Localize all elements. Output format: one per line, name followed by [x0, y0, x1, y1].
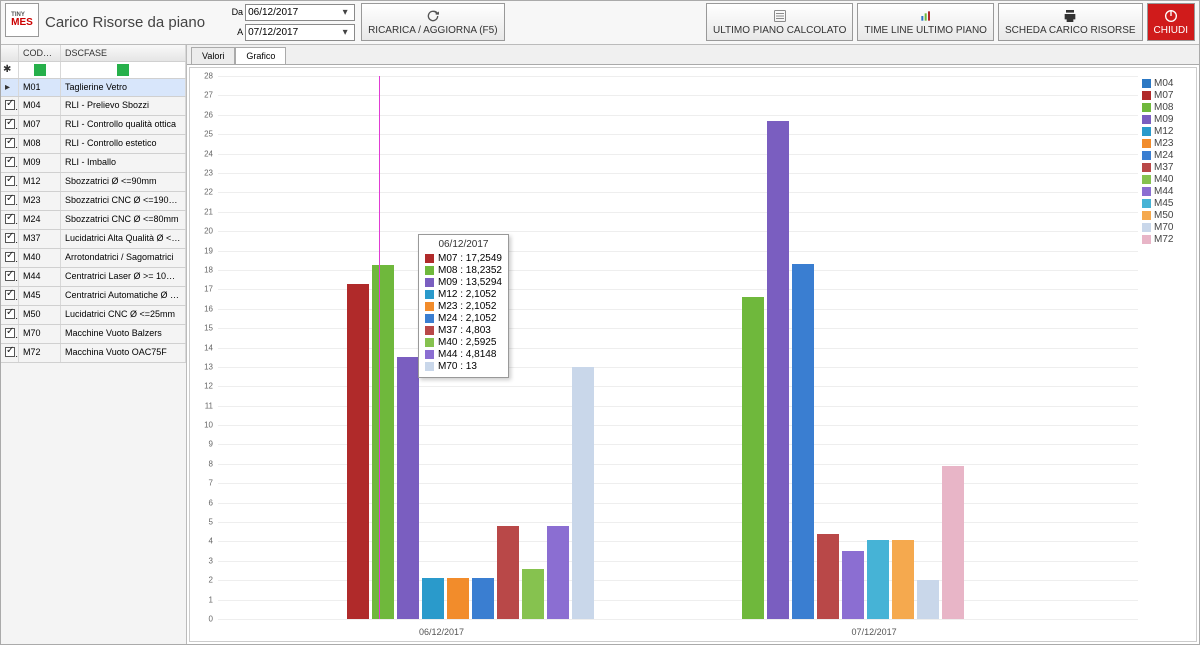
tab-grafico[interactable]: Grafico — [235, 47, 286, 64]
page-title: Carico Risorse da piano — [45, 14, 205, 31]
legend-item[interactable]: M50 — [1142, 210, 1190, 221]
x-axis-label: 06/12/2017 — [419, 627, 464, 637]
legend-item[interactable]: M70 — [1142, 222, 1190, 233]
bar-M24[interactable] — [472, 578, 494, 619]
x-axis-label: 07/12/2017 — [852, 627, 897, 637]
scheda-button[interactable]: SCHEDA CARICO RISORSE — [998, 3, 1143, 41]
bar-M50[interactable] — [892, 540, 914, 620]
table-row[interactable]: M12Sbozzatrici Ø <=90mm — [1, 173, 186, 192]
tab-valori[interactable]: Valori — [191, 47, 235, 64]
table-row[interactable]: M23Sbozzatrici CNC Ø <=190mm — [1, 192, 186, 211]
bar-M44[interactable] — [842, 551, 864, 619]
refresh-icon — [425, 8, 441, 24]
bar-M44[interactable] — [547, 526, 569, 619]
table-row[interactable]: M44Centratrici Laser Ø >= 10mm & <... — [1, 268, 186, 287]
bar-M37[interactable] — [817, 534, 839, 619]
bar-chart-icon — [918, 8, 934, 24]
chart-area: 0123456789101112131415161718192021222324… — [189, 67, 1197, 642]
table-row[interactable]: M72Macchina Vuoto OAC75F — [1, 344, 186, 363]
legend-item[interactable]: M40 — [1142, 174, 1190, 185]
col-dscfase[interactable]: DSCFASE — [61, 45, 186, 61]
bar-M24[interactable] — [792, 264, 814, 619]
table-row[interactable]: M70Macchine Vuoto Balzers — [1, 325, 186, 344]
legend-item[interactable]: M04 — [1142, 78, 1190, 89]
bar-M08[interactable] — [742, 297, 764, 619]
bar-M70[interactable] — [917, 580, 939, 619]
print-icon — [1062, 8, 1078, 24]
ultimo-piano-button[interactable]: ULTIMO PIANO CALCOLATO — [706, 3, 853, 41]
chart-tooltip: 06/12/2017M07 : 17,2549M08 : 18,2352M09 … — [418, 234, 509, 378]
power-icon — [1163, 8, 1179, 24]
list-icon — [772, 8, 788, 24]
table-row[interactable]: M09RLI - Imballo — [1, 154, 186, 173]
bar-M70[interactable] — [572, 367, 594, 619]
date-to-input[interactable]: 07/12/2017▾ — [245, 24, 355, 41]
legend-item[interactable]: M37 — [1142, 162, 1190, 173]
bar-M09[interactable] — [767, 121, 789, 619]
bar-group — [742, 76, 964, 619]
legend-item[interactable]: M44 — [1142, 186, 1190, 197]
bar-M37[interactable] — [497, 526, 519, 619]
timeline-button[interactable]: TIME LINE ULTIMO PIANO — [857, 3, 994, 41]
calendar-icon[interactable]: ▾ — [338, 7, 352, 18]
sidebar-grid: CODFASE DSCFASE ✱ ▸M01Taglierine VetroM0… — [1, 45, 187, 644]
bar-M07[interactable] — [347, 284, 369, 619]
col-codfase[interactable]: CODFASE — [19, 45, 61, 61]
date-from-label: Da — [225, 7, 243, 17]
tab-strip: Valori Grafico — [187, 45, 1199, 65]
toolbar: TINY MES Carico Risorse da piano Da 06/1… — [1, 1, 1199, 45]
bar-M45[interactable] — [867, 540, 889, 620]
bar-M72[interactable] — [942, 466, 964, 619]
chiudi-button[interactable]: CHIUDI — [1147, 3, 1195, 41]
ricarica-button[interactable]: RICARICA / AGGIORNA (F5) — [361, 3, 504, 41]
legend-item[interactable]: M23 — [1142, 138, 1190, 149]
calendar-icon[interactable]: ▾ — [338, 27, 352, 38]
grid-header: CODFASE DSCFASE — [1, 45, 186, 62]
table-row[interactable]: ▸M01Taglierine Vetro — [1, 79, 186, 97]
bar-M09[interactable] — [397, 357, 419, 619]
bar-M08[interactable] — [372, 265, 394, 619]
legend-item[interactable]: M07 — [1142, 90, 1190, 101]
date-from-input[interactable]: 06/12/2017▾ — [245, 4, 355, 21]
filter-icon[interactable] — [117, 64, 129, 76]
table-row[interactable]: M04RLI - Prelievo Sbozzi — [1, 97, 186, 116]
bar-M12[interactable] — [422, 578, 444, 619]
table-row[interactable]: M45Centratrici Automatiche Ø <=30 — [1, 287, 186, 306]
bar-M23[interactable] — [447, 578, 469, 619]
cursor-line — [379, 76, 380, 619]
legend-item[interactable]: M12 — [1142, 126, 1190, 137]
chart-legend: M04M07M08M09M12M23M24M37M40M44M45M50M70M… — [1142, 78, 1190, 246]
table-row[interactable]: M24Sbozzatrici CNC Ø <=80mm — [1, 211, 186, 230]
table-row[interactable]: M40Arrotondatrici / Sagomatrici — [1, 249, 186, 268]
grid-filter-row: ✱ — [1, 62, 186, 79]
legend-item[interactable]: M45 — [1142, 198, 1190, 209]
legend-item[interactable]: M24 — [1142, 150, 1190, 161]
legend-item[interactable]: M09 — [1142, 114, 1190, 125]
app-logo: TINY MES — [5, 3, 39, 37]
bar-M40[interactable] — [522, 569, 544, 619]
legend-item[interactable]: M08 — [1142, 102, 1190, 113]
table-row[interactable]: M50Lucidatrici CNC Ø <=25mm — [1, 306, 186, 325]
filter-icon[interactable] — [34, 64, 46, 76]
date-to-label: A — [225, 27, 243, 37]
table-row[interactable]: M08RLI - Controllo estetico — [1, 135, 186, 154]
legend-item[interactable]: M72 — [1142, 234, 1190, 245]
table-row[interactable]: M37Lucidatrici Alta Qualità Ø <=200mm — [1, 230, 186, 249]
table-row[interactable]: M07RLI - Controllo qualità ottica — [1, 116, 186, 135]
